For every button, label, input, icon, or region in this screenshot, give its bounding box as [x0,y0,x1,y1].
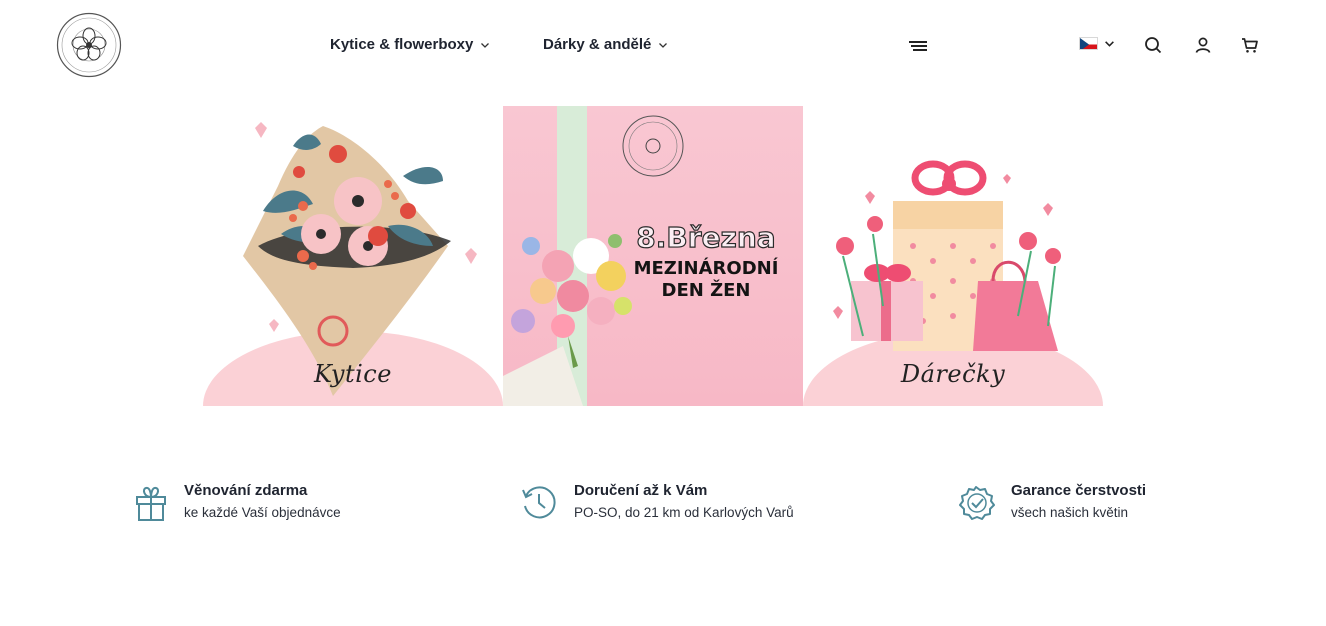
clock-icon [522,486,556,519]
czech-flag-icon [1079,37,1098,50]
category-banners: Kytice 8.Března MEZINÁRODNÍ DEN ŽEN Dáre… [203,106,1103,406]
feature-dedication-text: Věnování zdarma ke každé Vaší objednávce [184,480,341,524]
nav-kytice-label: Kytice & flowerboxy [330,36,474,53]
logo[interactable] [56,12,122,78]
feature-delivery-text: Doručení až k Vám PO-SO, do 21 km od Kar… [574,480,794,524]
nav-darky[interactable]: Dárky & andělé [543,36,668,53]
promo-subtitle: MEZINÁRODNÍ DEN ŽEN [633,258,779,301]
search-icon[interactable] [1143,35,1163,55]
feature-delivery-subtitle: PO-SO, do 21 km od Karlových Varů [574,505,794,520]
banner-promo-mdz[interactable]: 8.Března MEZINÁRODNÍ DEN ŽEN [503,106,803,406]
promo-title: 8.Března [636,221,777,254]
feature-freshness: Garance čerstvosti všech našich květin [957,480,1146,524]
feature-dedication: Věnování zdarma ke každé Vaší objednávce [134,480,341,524]
language-selector[interactable] [1079,37,1115,50]
chevron-down-icon [481,42,490,48]
feature-freshness-text: Garance čerstvosti všech našich květin [1011,480,1146,524]
chevron-down-icon [1105,41,1114,47]
badge-check-icon [959,486,995,520]
banner-kytice-label: Kytice [314,360,392,388]
feature-freshness-subtitle: všech našich květin [1011,505,1129,520]
feature-delivery-title: Doručení až k Vám [574,482,708,499]
nav-kytice[interactable]: Kytice & flowerboxy [330,36,490,53]
banner-kytice[interactable]: Kytice [203,106,503,406]
user-icon[interactable] [1193,35,1213,55]
features-strip: Věnování zdarma ke každé Vaší objednávce… [0,480,1326,540]
nav-darky-label: Dárky & andělé [543,36,652,53]
feature-delivery: Doručení až k Vám PO-SO, do 21 km od Kar… [520,480,794,524]
menu-icon[interactable] [908,38,928,54]
gift-icon [136,486,166,521]
chevron-down-icon [659,42,668,48]
banner-darecky[interactable]: Dárečky [803,106,1103,406]
promo-bouquet-photo [503,106,803,406]
feature-dedication-title: Věnování zdarma [184,482,308,499]
banner-darecky-label: Dárečky [900,360,1006,388]
feature-freshness-title: Garance čerstvosti [1011,482,1147,499]
cart-icon[interactable] [1240,35,1260,55]
site-header: Kytice & flowerboxy Dárky & andělé [0,0,1326,92]
logo-icon [56,12,122,78]
feature-dedication-subtitle: ke každé Vaší objednávce [184,505,341,520]
